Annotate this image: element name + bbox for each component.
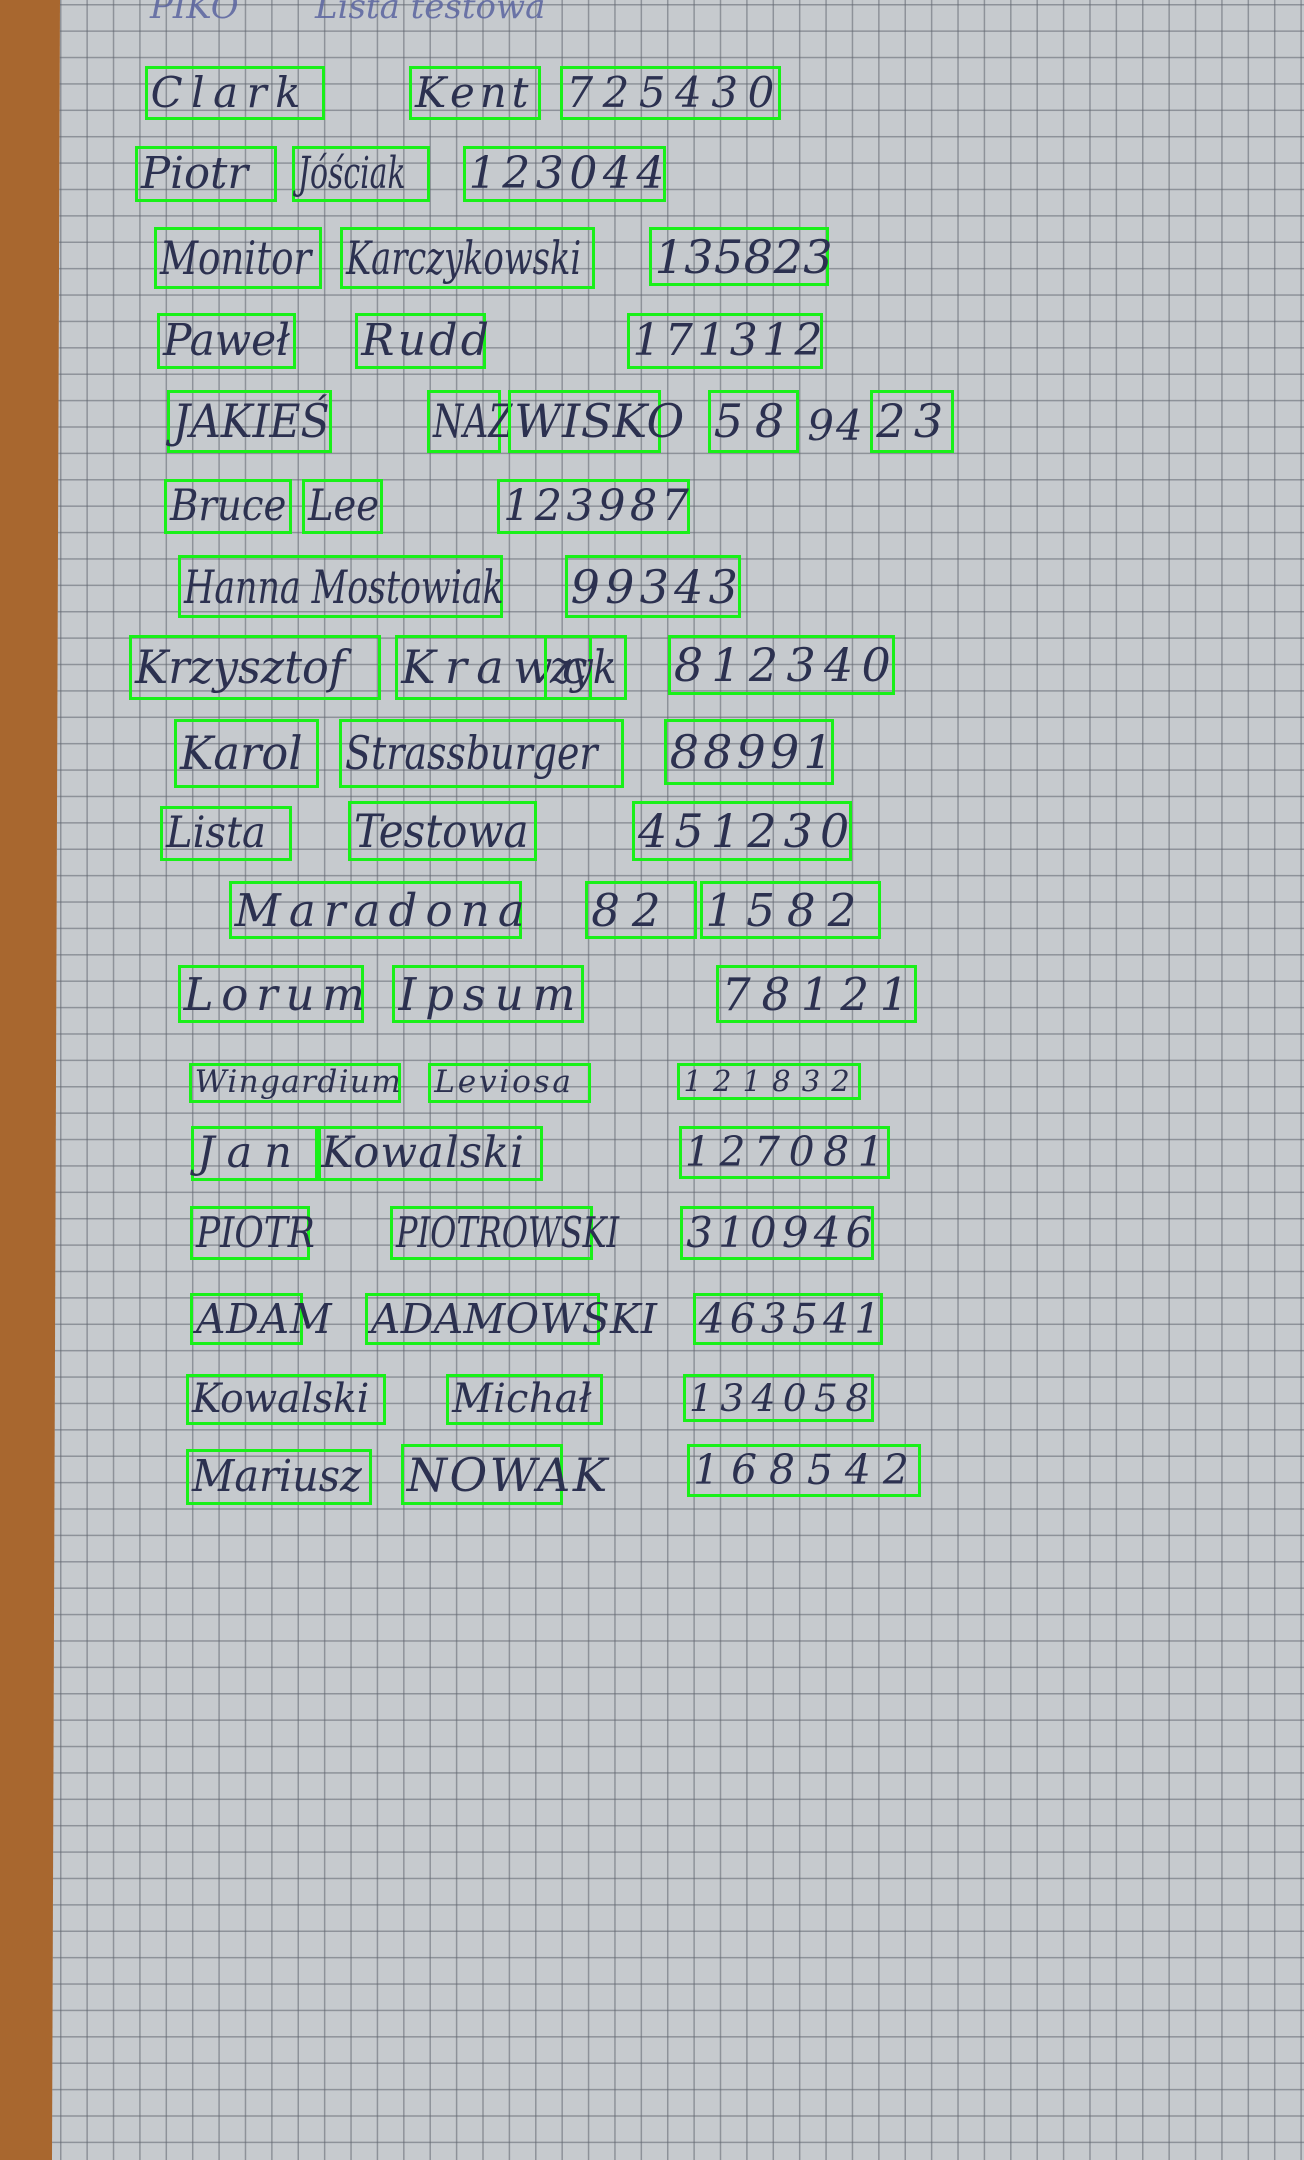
handwritten-word: Maradona bbox=[234, 883, 533, 937]
handwritten-word: Piotr bbox=[140, 148, 248, 200]
handwritten-word: 812340 bbox=[673, 638, 900, 693]
handwritten-word: Kent bbox=[414, 68, 534, 117]
handwritten-word: NAZ bbox=[432, 394, 513, 449]
header-title-right: Lista testowa bbox=[315, 0, 546, 27]
handwritten-word: 725430 bbox=[566, 68, 784, 117]
handwritten-word: 171312 bbox=[632, 314, 827, 366]
handwritten-word: Wingardium bbox=[194, 1064, 403, 1101]
handwritten-word: Kowalski bbox=[191, 1375, 370, 1422]
handwritten-word: Hanna Mostowiak bbox=[183, 559, 504, 614]
handwritten-word: 123044 bbox=[468, 148, 670, 200]
handwritten-word: 134058 bbox=[688, 1375, 877, 1420]
handwritten-word: ADAM bbox=[196, 1294, 333, 1343]
handwritten-word: 168542 bbox=[693, 1446, 921, 1495]
handwritten-word: 78121 bbox=[722, 967, 920, 1021]
handwritten-word: 88991 bbox=[669, 724, 837, 779]
handwritten-word: Paweł bbox=[162, 314, 290, 366]
handwritten-word: 463541 bbox=[698, 1294, 886, 1343]
handwritten-word: 451230 bbox=[638, 804, 857, 859]
handwritten-word: Lista bbox=[165, 807, 266, 858]
handwritten-word: Bruce bbox=[169, 481, 287, 532]
handwritten-word: 23 bbox=[876, 394, 952, 449]
handwritten-word: 82 bbox=[591, 883, 673, 937]
handwritten-word: Lorum bbox=[183, 967, 373, 1021]
handwritten-word: 123987 bbox=[503, 481, 694, 532]
handwritten-word: Karol bbox=[179, 726, 302, 781]
handwritten-word: 1582 bbox=[705, 883, 869, 937]
handwritten-word: 135823 bbox=[654, 229, 833, 284]
handwritten-word: Karczykowski bbox=[346, 231, 582, 286]
handwritten-word: Monitor bbox=[160, 231, 312, 286]
handwritten-word: Jóściak bbox=[297, 148, 406, 200]
handwritten-word: Clark bbox=[150, 68, 310, 117]
handwritten-word: Jan bbox=[197, 1128, 304, 1179]
handwritten-word: 310946 bbox=[686, 1208, 878, 1258]
handwritten-word: 127081 bbox=[684, 1128, 893, 1177]
handwritten-word: WISKO bbox=[514, 394, 685, 449]
handwritten-word: NOWAK bbox=[406, 1447, 610, 1502]
handwritten-word: 99343 bbox=[570, 559, 744, 614]
handwritten-word: JAKIEŚ bbox=[172, 394, 330, 449]
handwritten-word: Leviosa bbox=[434, 1064, 574, 1101]
handwritten-word: Kowalski bbox=[321, 1128, 526, 1179]
handwritten-word: PIOTROWSKI bbox=[395, 1208, 619, 1258]
handwritten-word: Lee bbox=[307, 481, 379, 532]
handwritten-word: Strassburger bbox=[344, 726, 598, 781]
handwritten-word: Rudd bbox=[361, 314, 493, 366]
handwritten-word: Michał bbox=[452, 1375, 592, 1422]
header-title-left: PIKO bbox=[150, 0, 239, 27]
handwritten-word: Mariusz bbox=[191, 1450, 362, 1502]
handwritten-word: 121832 bbox=[683, 1064, 861, 1099]
handwritten-word: Krzysztof bbox=[135, 640, 346, 695]
handwritten-word: Ipsum bbox=[398, 967, 585, 1021]
handwritten-word: zyk bbox=[549, 640, 617, 695]
handwritten-word: 94 bbox=[807, 401, 865, 451]
handwritten-word: PIOTR bbox=[196, 1208, 315, 1258]
handwritten-word: ADAMOWSKI bbox=[370, 1294, 658, 1343]
handwritten-word: 58 bbox=[713, 394, 796, 449]
handwritten-word: Testowa bbox=[354, 804, 529, 859]
